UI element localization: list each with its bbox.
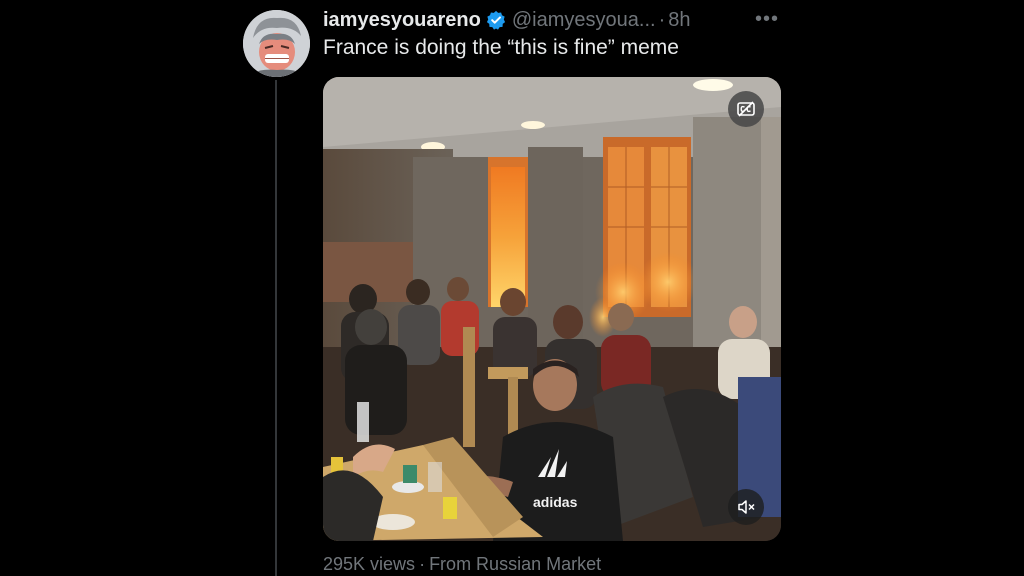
video-player[interactable]: adidas	[323, 77, 781, 541]
thread-line	[275, 80, 277, 576]
view-count: 295K views	[323, 554, 416, 574]
tweet-view: iamyesyouareno @iamyesyoua... · 8h ••• F…	[0, 0, 1024, 576]
source-label[interactable]: From Russian Market	[429, 554, 601, 574]
more-options-icon[interactable]: •••	[753, 8, 781, 30]
mute-button[interactable]	[728, 489, 764, 525]
avatar[interactable]	[243, 10, 310, 77]
footer-separator: ·	[419, 554, 426, 574]
closed-captions-icon	[737, 101, 755, 117]
display-name[interactable]: iamyesyouareno	[323, 9, 481, 32]
tweet-header: iamyesyouareno @iamyesyoua... · 8h	[323, 6, 783, 34]
video-frame: adidas	[323, 77, 781, 541]
verified-badge-icon	[486, 10, 506, 30]
shirt-logo: adidas	[533, 494, 578, 510]
timestamp[interactable]: 8h	[668, 9, 690, 32]
closed-captions-button[interactable]	[728, 91, 764, 127]
tweet-footer: 295K views · From Russian Market	[323, 554, 601, 575]
user-handle[interactable]: @iamyesyoua...	[512, 9, 656, 32]
tweet-text: France is doing the “this is fine” meme	[323, 36, 679, 59]
header-separator: ·	[658, 8, 666, 31]
speaker-muted-icon	[738, 500, 755, 514]
